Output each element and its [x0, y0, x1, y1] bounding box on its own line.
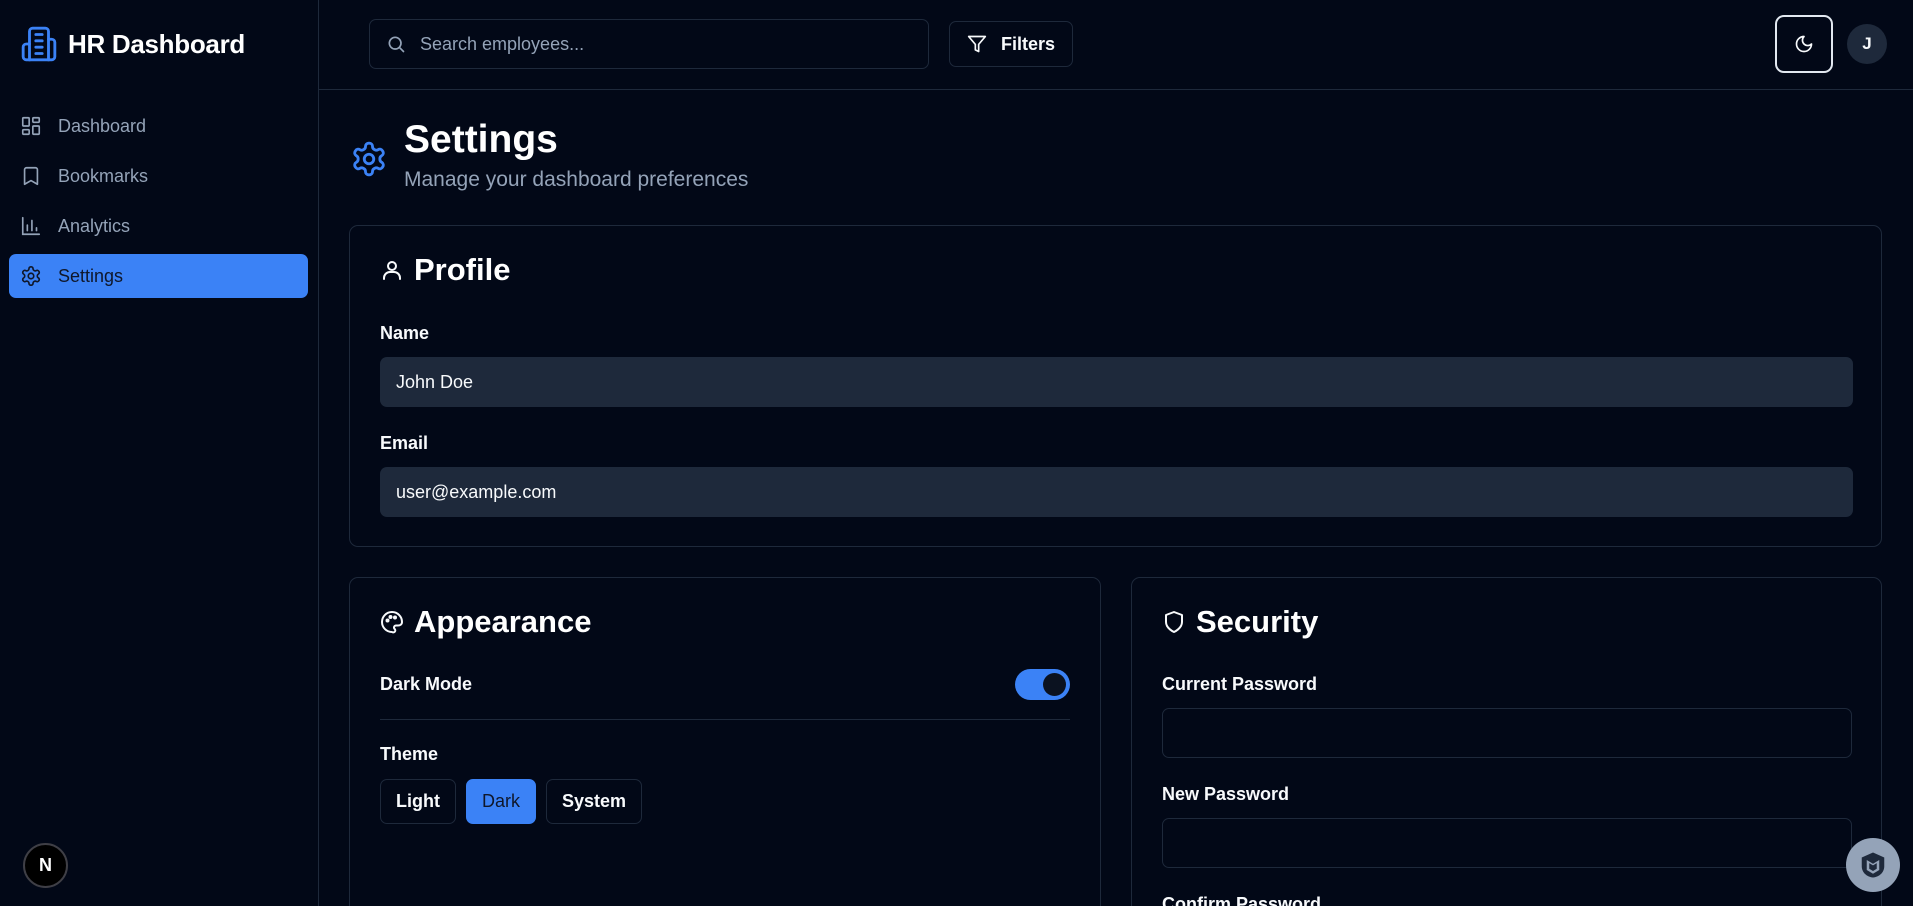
sidebar-item-analytics[interactable]: Analytics	[9, 204, 308, 248]
appearance-card: Appearance Dark Mode Theme Light Dark Sy…	[349, 577, 1101, 906]
current-password-label: Current Password	[1162, 674, 1318, 694]
sidebar-item-label: Bookmarks	[58, 165, 149, 186]
dark-mode-toggle[interactable]	[1015, 669, 1070, 700]
gear-icon	[20, 265, 42, 287]
filters-button[interactable]: Filters	[949, 21, 1073, 67]
sidebar-item-label: Analytics	[58, 215, 131, 236]
dark-mode-label: Dark Mode	[380, 674, 473, 694]
moon-icon	[1794, 34, 1814, 54]
security-card-header: Security	[1162, 604, 1318, 640]
page-subtitle: Manage your dashboard preferences	[404, 168, 749, 191]
search-input[interactable]	[420, 33, 920, 55]
current-password-field[interactable]	[1162, 708, 1852, 758]
appearance-card-header: Appearance	[380, 604, 591, 640]
name-field[interactable]: John Doe	[380, 357, 1853, 407]
bookmark-icon	[20, 165, 42, 187]
appearance-title: Appearance	[414, 604, 592, 639]
shield-icon	[1162, 610, 1186, 634]
user-icon	[380, 258, 404, 282]
nextjs-badge[interactable]: N	[23, 843, 68, 888]
theme-toggle-button[interactable]	[1775, 15, 1833, 73]
new-password-label: New Password	[1162, 784, 1290, 804]
security-card: Security Current Password New Password C…	[1131, 577, 1882, 906]
sidebar-item-bookmarks[interactable]: Bookmarks	[9, 154, 308, 198]
search-icon	[386, 34, 406, 54]
sidebar-item-label: Dashboard	[58, 115, 147, 136]
profile-card: Profile Name John Doe Email user@example…	[349, 225, 1882, 547]
page-title: Settings	[404, 118, 558, 161]
app-title: HR Dashboard	[68, 28, 245, 59]
sidebar-item-settings[interactable]: Settings	[9, 254, 308, 298]
email-label: Email	[380, 433, 429, 453]
topbar: Filters J	[319, 0, 1913, 90]
brand[interactable]: HR Dashboard	[20, 24, 245, 64]
filter-icon	[967, 34, 987, 54]
theme-option-light[interactable]: Light	[380, 779, 456, 824]
dashboard-icon	[20, 115, 42, 137]
theme-option-system[interactable]: System	[546, 779, 643, 824]
sidebar-item-label: Settings	[58, 265, 124, 286]
shield-logo-icon	[1858, 850, 1888, 880]
profile-title: Profile	[414, 252, 511, 287]
building-icon	[20, 24, 58, 64]
theme-options: Light Dark System	[380, 779, 643, 824]
new-password-field[interactable]	[1162, 818, 1852, 868]
email-field[interactable]: user@example.com	[380, 467, 1853, 517]
sidebar: HR Dashboard Dashboard Bookmarks Analyti…	[0, 0, 319, 906]
search-box[interactable]	[369, 19, 929, 69]
palette-icon	[380, 610, 404, 634]
divider	[380, 719, 1070, 720]
name-label: Name	[380, 323, 430, 343]
profile-card-header: Profile	[380, 252, 510, 288]
confirm-password-label: Confirm Password	[1162, 894, 1322, 906]
toggle-knob	[1043, 673, 1066, 696]
security-title: Security	[1196, 604, 1319, 639]
filters-label: Filters	[1000, 33, 1056, 54]
avatar[interactable]: J	[1847, 24, 1887, 64]
analytics-icon	[20, 215, 42, 237]
gear-icon	[350, 140, 388, 178]
extension-shield-button[interactable]	[1846, 838, 1900, 892]
theme-label: Theme	[380, 744, 439, 764]
theme-option-dark[interactable]: Dark	[465, 779, 536, 824]
sidebar-item-dashboard[interactable]: Dashboard	[9, 104, 308, 148]
sidebar-nav: Dashboard Bookmarks Analytics Settings	[9, 104, 308, 304]
